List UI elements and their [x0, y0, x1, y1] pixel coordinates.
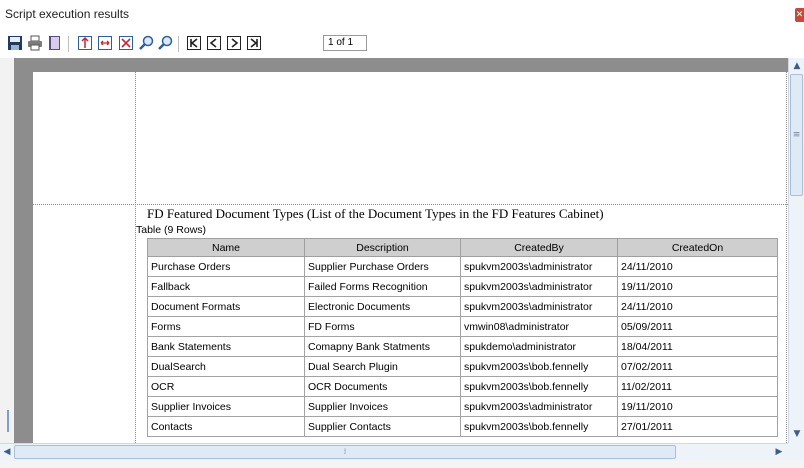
- zoom-in-icon[interactable]: [138, 35, 154, 51]
- cell-name: Forms: [147, 316, 305, 337]
- cell-createdby: spukvm2003s\administrator: [460, 296, 618, 317]
- table-row: DualSearch Dual Search Plugin spukvm2003s\…: [147, 356, 778, 377]
- cell-createdon: 19/11/2010: [617, 276, 778, 297]
- fit-page-icon[interactable]: [97, 35, 113, 51]
- results-table: Name Description CreatedBy CreatedOn Pur…: [147, 238, 778, 437]
- zoom-out-icon[interactable]: [157, 35, 173, 51]
- table-header-row: Name Description CreatedBy CreatedOn: [147, 238, 778, 257]
- cell-name: Bank Statements: [147, 336, 305, 357]
- last-page-icon[interactable]: [246, 35, 262, 51]
- margin-guide: [786, 72, 787, 443]
- scroll-down-icon[interactable]: ▼: [790, 427, 804, 441]
- print-icon[interactable]: [27, 35, 43, 51]
- horizontal-scroll-thumb[interactable]: ⁞: [14, 445, 676, 459]
- cell-description: Comapny Bank Statments: [304, 336, 461, 357]
- first-page-icon[interactable]: [186, 35, 202, 51]
- previous-page-icon[interactable]: [206, 35, 222, 51]
- cell-name: Document Formats: [147, 296, 305, 317]
- cell-createdby: spukvm2003s\bob.fennelly: [460, 416, 618, 437]
- window-title: Script execution results: [5, 7, 130, 21]
- table-row: Forms FD Forms vmwin08\administrator 05/09/…: [147, 316, 778, 337]
- margin-guide: [33, 204, 788, 205]
- report-page: FD Featured Document Types (List of the …: [33, 72, 788, 443]
- cell-createdon: 18/04/2011: [617, 336, 778, 357]
- table-row: OCR OCR Documents spukvm2003s\bob.fennelly…: [147, 376, 778, 397]
- table-row: Fallback Failed Forms Recognition spukvm20…: [147, 276, 778, 297]
- cell-createdon: 07/02/2011: [617, 356, 778, 377]
- horizontal-scrollbar[interactable]: ◀ ⁞ ▶: [0, 443, 788, 461]
- vertical-scrollbar[interactable]: ▲ ≡ ▼: [788, 58, 804, 443]
- cell-name: DualSearch: [147, 356, 305, 377]
- cell-name: Purchase Orders: [147, 256, 305, 277]
- table-row: Document Formats Electronic Documents spuk…: [147, 296, 778, 317]
- page-setup-icon[interactable]: [77, 35, 93, 51]
- cell-createdby: spukdemo\administrator: [460, 336, 618, 357]
- column-header-createdon[interactable]: CreatedOn: [617, 238, 778, 257]
- margin-guide: [135, 72, 136, 443]
- cell-description: Dual Search Plugin: [304, 356, 461, 377]
- cell-name: Fallback: [147, 276, 305, 297]
- cell-createdon: 27/01/2011: [617, 416, 778, 437]
- scroll-corner: [788, 443, 804, 461]
- save-icon[interactable]: [7, 35, 23, 51]
- toolbar-separator: [68, 36, 69, 52]
- cell-description: Supplier Contacts: [304, 416, 461, 437]
- cell-createdby: spukvm2003s\bob.fennelly: [460, 356, 618, 377]
- cell-createdon: 05/09/2011: [617, 316, 778, 337]
- toolbar-separator: [178, 36, 179, 52]
- table-row: Supplier Invoices Supplier Invoices spukvm…: [147, 396, 778, 417]
- cell-description: Supplier Purchase Orders: [304, 256, 461, 277]
- column-header-description[interactable]: Description: [304, 238, 461, 257]
- status-strip: [0, 461, 804, 468]
- table-row: Bank Statements Comapny Bank Statments spu…: [147, 336, 778, 357]
- column-header-createdby[interactable]: CreatedBy: [460, 238, 618, 257]
- table-row: Contacts Supplier Contacts spukvm2003s\bob…: [147, 416, 778, 437]
- title-bar: Script execution results ✕: [0, 0, 804, 28]
- cell-name: Contacts: [147, 416, 305, 437]
- report-viewport: FD Featured Document Types (List of the …: [14, 58, 788, 443]
- scroll-right-icon[interactable]: ▶: [772, 445, 786, 459]
- cell-createdby: spukvm2003s\administrator: [460, 276, 618, 297]
- cell-description: FD Forms: [304, 316, 461, 337]
- cell-createdon: 11/02/2011: [617, 376, 778, 397]
- cell-createdby: spukvm2003s\administrator: [460, 396, 618, 417]
- vertical-scroll-thumb[interactable]: ≡: [790, 74, 803, 196]
- cell-description: Supplier Invoices: [304, 396, 461, 417]
- page-indicator[interactable]: 1 of 1: [323, 35, 367, 51]
- toolbar: [0, 31, 804, 57]
- zoom-box-icon[interactable]: [118, 35, 134, 51]
- scroll-up-icon[interactable]: ▲: [790, 59, 804, 73]
- export-icon[interactable]: [47, 35, 63, 51]
- left-margin: [0, 58, 14, 443]
- cell-createdon: 24/11/2010: [617, 296, 778, 317]
- table-row: Purchase Orders Supplier Purchase Orders s…: [147, 256, 778, 277]
- cell-createdon: 19/11/2010: [617, 396, 778, 417]
- cell-createdby: vmwin08\administrator: [460, 316, 618, 337]
- cell-description: Failed Forms Recognition: [304, 276, 461, 297]
- close-button[interactable]: ✕: [795, 8, 804, 22]
- column-header-name[interactable]: Name: [147, 238, 305, 257]
- next-page-icon[interactable]: [226, 35, 242, 51]
- cell-createdon: 24/11/2010: [617, 256, 778, 277]
- left-marker: [7, 410, 9, 432]
- cell-description: Electronic Documents: [304, 296, 461, 317]
- cell-createdby: spukvm2003s\bob.fennelly: [460, 376, 618, 397]
- row-count-label: Table (9 Rows): [136, 224, 207, 236]
- cell-createdby: spukvm2003s\administrator: [460, 256, 618, 277]
- cell-name: Supplier Invoices: [147, 396, 305, 417]
- cell-description: OCR Documents: [304, 376, 461, 397]
- scroll-left-icon[interactable]: ◀: [0, 445, 14, 459]
- cell-name: OCR: [147, 376, 305, 397]
- report-title: FD Featured Document Types (List of the …: [147, 206, 604, 221]
